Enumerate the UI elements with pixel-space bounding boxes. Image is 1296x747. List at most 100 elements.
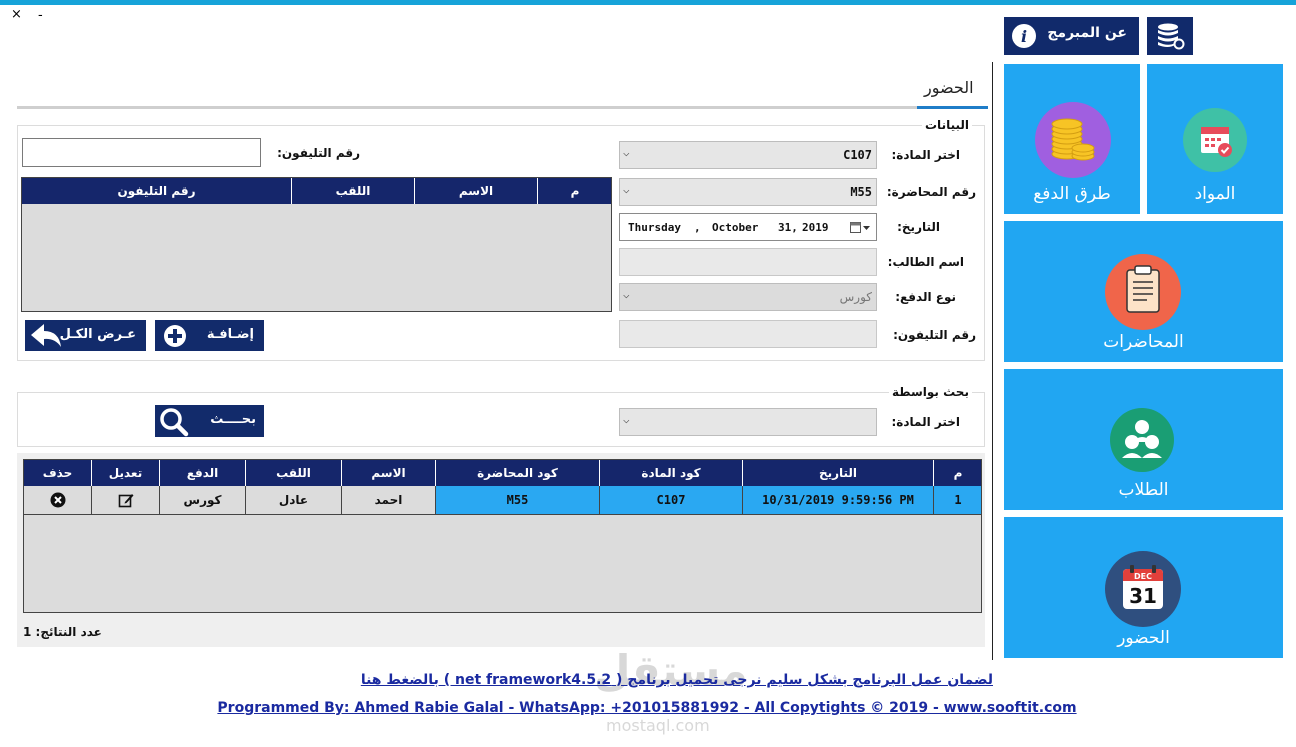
calendar-dropdown-icon[interactable] (850, 222, 872, 234)
row-delete-cell[interactable] (24, 486, 91, 514)
subject-label: اختر المادة: (891, 148, 960, 162)
row-edit-cell[interactable] (91, 486, 159, 514)
row-name: احمد (341, 486, 435, 514)
results-col-lecture-code: كود المحاضرة (435, 460, 599, 486)
tile-students-label: الطلاب (1118, 480, 1169, 500)
row-lecture-code: M55 (435, 486, 599, 514)
database-button[interactable] (1147, 17, 1193, 55)
calendar-day-text: 31 (1129, 584, 1157, 608)
svg-text:i: i (1021, 27, 1027, 46)
results-col-surname: اللقب (245, 460, 341, 486)
chevron-down-icon: ⌵ (623, 413, 630, 426)
row-date: 10/31/2019 9:59:56 PM (742, 486, 933, 514)
student-grid-col-phone: رقم التليفون (117, 184, 196, 198)
plus-circle-icon (164, 325, 186, 347)
student-grid-col-surname: اللقب (291, 178, 414, 204)
date-comma: , (694, 221, 701, 234)
payment-type-value: كورس (839, 290, 872, 304)
student-grid-col-name: الاسم (414, 178, 537, 204)
results-col-date: التاريخ (742, 460, 933, 486)
results-grid-header: م التاريخ كود المادة كود المحاضرة الاسم … (24, 460, 981, 486)
reply-arrow-icon (31, 324, 61, 347)
lecture-label: رقم المحاضرة: (886, 185, 976, 199)
tile-lectures[interactable]: المحاضرات (1004, 221, 1283, 362)
tile-payment-methods[interactable]: طرق الدفع (1004, 64, 1140, 214)
date-month: October (712, 221, 759, 234)
calendar-check-icon (1183, 108, 1247, 172)
student-grid[interactable]: م الاسم اللقب رقم التليفون (21, 177, 612, 312)
clipboard-icon (1105, 254, 1181, 330)
vertical-divider (992, 62, 993, 660)
search-button[interactable]: بحــــث (155, 405, 264, 437)
add-button-label: إضـافـة (206, 327, 254, 342)
tile-payment-methods-label: طرق الدفع (1033, 184, 1111, 204)
payment-type-label: نوع الدفع: (895, 290, 956, 304)
search-subject-label: اختر المادة: (891, 415, 960, 429)
tab-attendance[interactable]: الحضور (924, 78, 974, 97)
payment-type-select[interactable]: ⌵ كورس (619, 283, 877, 311)
tile-attendance[interactable]: DEC 31 الحضور (1004, 517, 1283, 658)
row-surname: عادل (245, 486, 341, 514)
results-col-name: الاسم (341, 460, 435, 486)
tile-subjects[interactable]: المواد (1147, 64, 1283, 214)
search-subject-select[interactable]: ⌵ (619, 408, 877, 436)
date-picker[interactable]: Thursday , October 31, 2019 (619, 213, 877, 241)
programmer-credits-link[interactable]: Programmed By: Ahmed Rabie Galal - Whats… (217, 700, 1077, 716)
table-row[interactable]: 1 10/31/2019 9:59:56 PM C107 M55 احمد عا… (24, 486, 981, 515)
results-col-payment: الدفع (159, 460, 245, 486)
results-col-num: م (933, 460, 982, 486)
date-daynum: 31, (778, 221, 798, 234)
chevron-down-icon: ⌵ (623, 183, 630, 196)
lecture-select-value: M55 (850, 185, 872, 199)
student-name-field[interactable] (619, 248, 877, 276)
calendar-icon: DEC 31 (1105, 551, 1181, 627)
tile-students[interactable]: الطلاب (1004, 369, 1283, 510)
dotnet-download-link[interactable]: لضمان عمل البرنامج بشكل سليم نرجى تحميل … (300, 672, 993, 688)
lecture-select[interactable]: ⌵ M55 (619, 178, 877, 206)
tile-lectures-label: المحاضرات (1103, 332, 1184, 352)
show-all-button[interactable]: عـرض الكـل (25, 320, 146, 351)
search-button-label: بحــــث (210, 412, 256, 427)
chevron-down-icon: ⌵ (623, 146, 630, 159)
results-count: عدد النتائج: 1 (23, 625, 102, 639)
search-group-title: بحث بواسطة (889, 385, 972, 399)
results-grid[interactable]: م التاريخ كود المادة كود المحاضرة الاسم … (23, 459, 982, 613)
phone-field[interactable] (619, 320, 877, 348)
date-day: Thursday (628, 221, 681, 234)
watermark-latin: mostaql.com (606, 716, 710, 735)
database-icon (1158, 23, 1185, 50)
search-icon (160, 408, 189, 437)
phone-label: رقم التليفون: (893, 328, 976, 342)
window-top-bar (0, 0, 1296, 5)
about-programmer-button[interactable]: عن المبرمج i (1004, 17, 1139, 55)
student-name-label: اسم الطالب: (887, 255, 964, 269)
coins-icon (1035, 102, 1111, 178)
subject-select[interactable]: ⌵ C107 (619, 141, 877, 169)
edit-icon[interactable] (118, 492, 134, 508)
users-icon (1110, 408, 1174, 472)
tile-attendance-label: الحضور (1117, 628, 1170, 648)
info-icon: i (1012, 24, 1036, 48)
phone-search-input[interactable] (22, 138, 261, 167)
chevron-down-icon: ⌵ (623, 288, 630, 301)
close-button[interactable]: × (11, 8, 22, 22)
results-col-edit: تعديل (91, 460, 159, 486)
student-grid-col-num: م (537, 178, 612, 204)
add-button[interactable]: إضـافـة (155, 320, 264, 351)
row-payment: كورس (159, 486, 245, 514)
data-group-title: البيانات (922, 118, 972, 132)
phone-search-label: رقم التليفون: (277, 146, 360, 160)
tab-active-indicator (917, 106, 988, 109)
show-all-button-label: عـرض الكـل (59, 327, 136, 342)
date-year: 2019 (802, 221, 829, 234)
date-label: التاريخ: (897, 220, 940, 234)
results-col-subject-code: كود المادة (599, 460, 742, 486)
minimize-button[interactable]: - (38, 9, 43, 23)
tab-underline (17, 106, 917, 109)
calendar-month-text: DEC (1134, 572, 1152, 581)
about-programmer-label: عن المبرمج (1047, 25, 1127, 41)
tile-subjects-label: المواد (1194, 184, 1236, 204)
student-grid-header: م الاسم اللقب رقم التليفون (22, 178, 611, 204)
results-col-delete: حذف (42, 466, 73, 480)
delete-circle-icon[interactable] (50, 492, 66, 508)
